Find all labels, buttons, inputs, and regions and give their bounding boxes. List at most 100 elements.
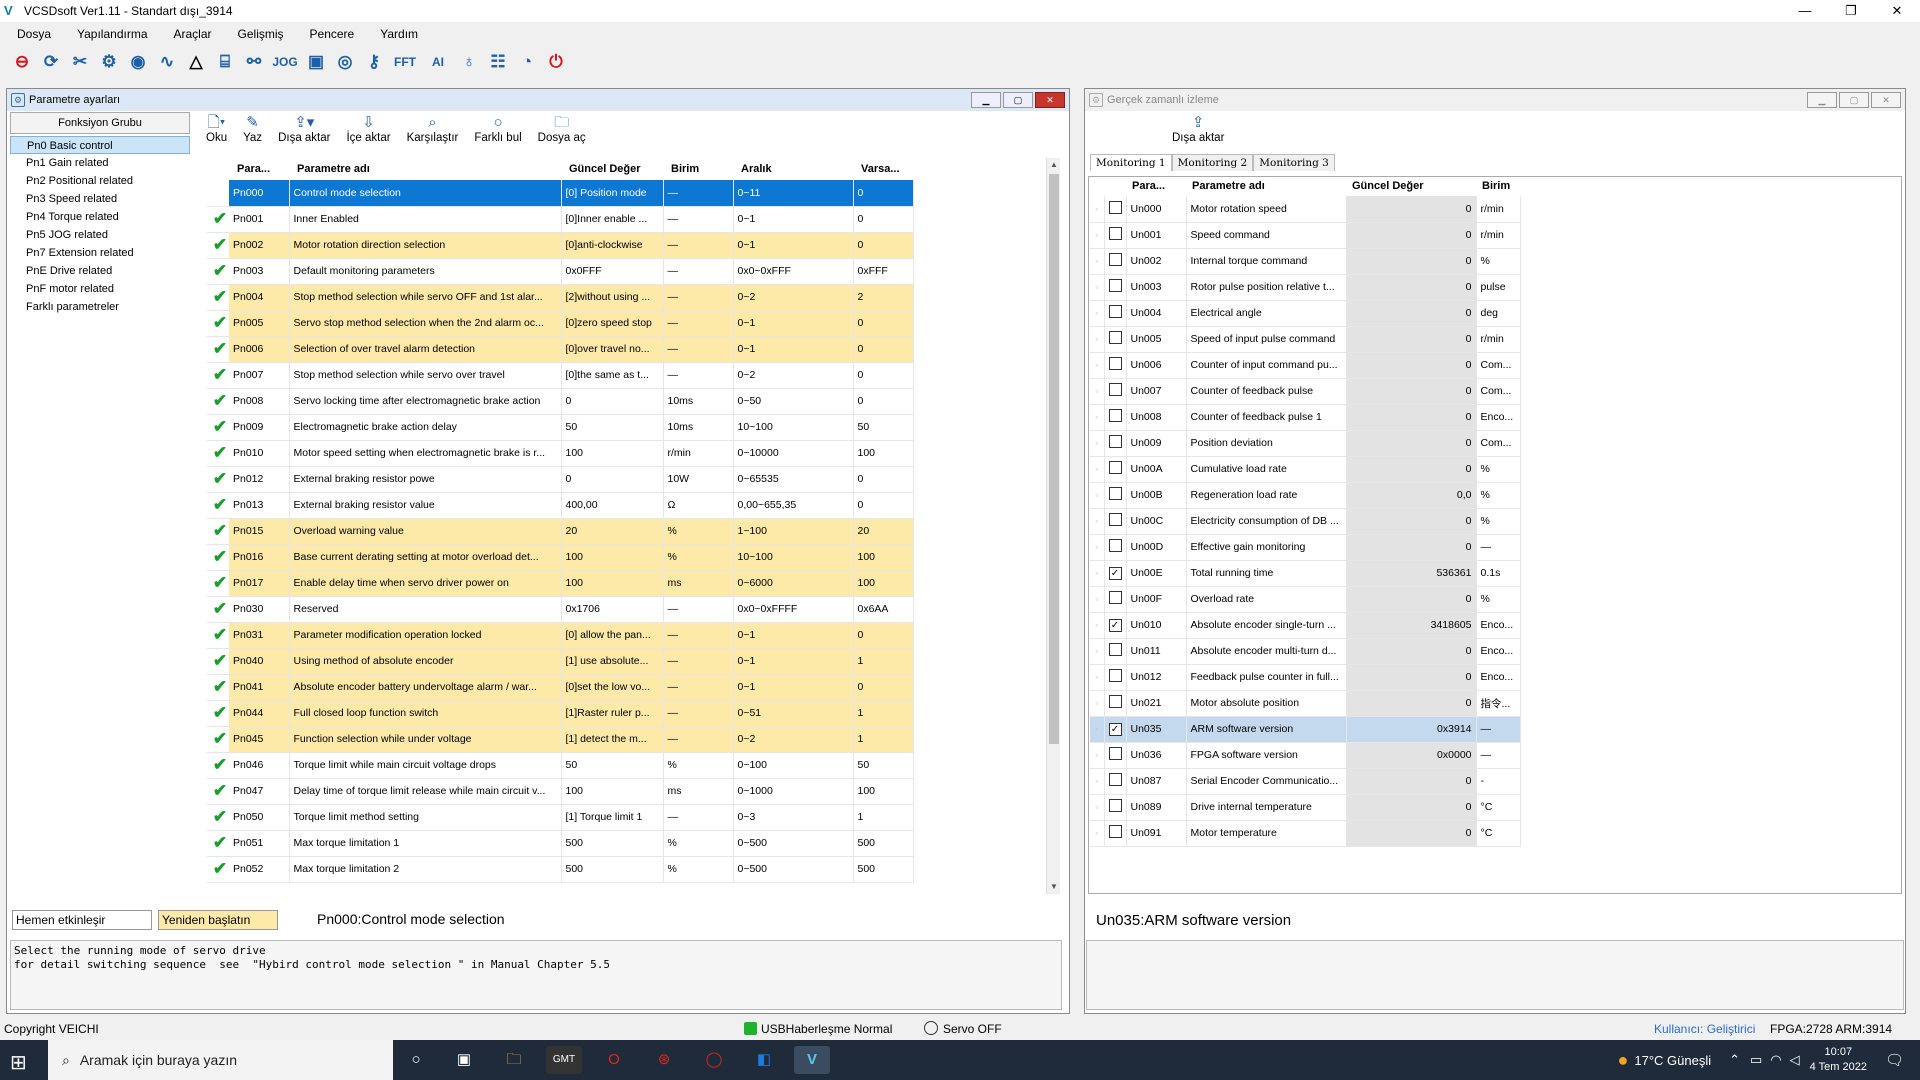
key-icon[interactable]: ⚷ xyxy=(362,50,386,74)
table-row[interactable]: ▫ Un005 Speed of input pulse command 0 r/min xyxy=(1090,326,1521,353)
table-row[interactable]: ▫ Un001 Speed command 0 r/min xyxy=(1090,222,1521,249)
monitor-column-header[interactable]: Parametre adı xyxy=(1186,176,1346,196)
monitor-checkbox[interactable] xyxy=(1104,664,1127,691)
waveform-icon[interactable]: ∿ xyxy=(155,50,179,74)
import-button[interactable]: ⇩ İçe aktar xyxy=(338,114,398,144)
io-icon[interactable]: ⌸ xyxy=(213,50,237,74)
table-row[interactable]: ✔ Pn006 Selection of over travel alarm det… xyxy=(195,336,914,363)
monitor-checkbox[interactable] xyxy=(1104,274,1127,301)
table-row[interactable]: ▫ Un004 Electrical angle 0 deg xyxy=(1090,300,1521,327)
table-row[interactable]: ✔ Pn004 Stop method selection while servo … xyxy=(195,284,914,311)
param-cell-value[interactable]: [0]set the low vo... xyxy=(561,674,664,701)
param-cell-value[interactable]: [0] Position mode xyxy=(561,180,664,207)
monitor-checkbox[interactable] xyxy=(1104,352,1127,379)
gauge-icon[interactable]: ◔ xyxy=(515,50,539,74)
param-cell-value[interactable]: 400,00 xyxy=(561,492,664,519)
minimize-icon[interactable]: — xyxy=(1782,0,1828,22)
gmt-app-icon[interactable]: GMT xyxy=(546,1046,582,1074)
close-icon[interactable]: ✕ xyxy=(1874,0,1920,22)
monitor-minimize-icon[interactable]: ▁ xyxy=(1807,92,1837,108)
function-group-item[interactable]: Pn2 Positional related xyxy=(10,172,190,190)
table-row[interactable]: ✔ Pn017 Enable delay time when servo drive… xyxy=(195,570,914,597)
monitor-checkbox[interactable] xyxy=(1104,586,1127,613)
param-cell-value[interactable]: 500 xyxy=(561,830,664,857)
monitor-checkbox[interactable] xyxy=(1104,456,1127,483)
function-group-item[interactable]: Farklı parametreler xyxy=(10,298,190,316)
table-row[interactable]: ▫ Un008 Counter of feedback pulse 1 0 Enco..… xyxy=(1090,404,1521,431)
table-row[interactable]: ✔ Pn008 Servo locking time after electroma… xyxy=(195,388,914,415)
menu-item-0[interactable]: Dosya xyxy=(0,27,60,41)
function-group-header[interactable]: Fonksiyon Grubu xyxy=(10,112,190,134)
monitor-checkbox[interactable] xyxy=(1104,482,1127,509)
monitor-export-button[interactable]: ⇪ Dışa aktar xyxy=(1164,114,1232,144)
table-row[interactable]: ▫ Un009 Position deviation 0 Com... xyxy=(1090,430,1521,457)
cortana-icon[interactable]: ○ xyxy=(398,1046,434,1074)
param-cell-value[interactable]: 50 xyxy=(561,414,664,441)
table-row[interactable]: ✔ Pn052 Max torque limitation 2 500% 0~500 50… xyxy=(195,856,914,883)
function-group-item[interactable]: Pn5 JOG related xyxy=(10,226,190,244)
param-cell-value[interactable]: 20 xyxy=(561,518,664,545)
panel-close-icon[interactable]: ✕ xyxy=(1035,92,1065,108)
function-group-item[interactable]: PnF motor related xyxy=(10,280,190,298)
table-row[interactable]: ▫ Un021 Motor absolute position 0 指令... xyxy=(1090,690,1521,717)
table-row[interactable]: ▫ Un00F Overload rate 0% xyxy=(1090,586,1521,613)
wifi-icon[interactable]: ◠ xyxy=(1770,1052,1781,1068)
panel-maximize-icon[interactable]: ▢ xyxy=(1003,92,1033,108)
param-cell-value[interactable]: 0 xyxy=(561,466,664,493)
menu-item-5[interactable]: Yardım xyxy=(363,27,427,41)
eye-icon[interactable]: ◉ xyxy=(126,50,150,74)
monitor-checkbox[interactable] xyxy=(1104,326,1127,353)
task-view-icon[interactable]: ▣ xyxy=(446,1046,482,1074)
table-row[interactable]: ✔ Pn046 Torque limit while main circuit vo… xyxy=(195,752,914,779)
table-row[interactable]: ▫ Un00B Regeneration load rate 0,0% xyxy=(1090,482,1521,509)
function-group-item[interactable]: Pn3 Speed related xyxy=(10,190,190,208)
monitor-column-header[interactable]: Güncel Değer xyxy=(1346,176,1476,196)
gear-icon[interactable]: ⚙ xyxy=(97,50,121,74)
param-cell-value[interactable]: [0]anti-clockwise xyxy=(561,232,664,259)
power-icon[interactable]: ⏻ xyxy=(544,50,568,74)
function-group-item[interactable]: Pn7 Extension related xyxy=(10,244,190,262)
scroll-thumb[interactable] xyxy=(1049,174,1059,744)
taskbar-search[interactable]: ⌕ Aramak için buraya yazın xyxy=(48,1040,393,1080)
table-row[interactable]: ✔ Pn050 Torque limit method setting [1] Tor… xyxy=(195,804,914,831)
table-row[interactable]: ▫ Un002 Internal torque command 0% xyxy=(1090,248,1521,275)
monitor-checkbox[interactable] xyxy=(1104,534,1127,561)
refresh-icon[interactable]: ⟳ xyxy=(39,50,63,74)
param-cell-value[interactable]: 0x0FFF xyxy=(561,258,664,285)
monitor-close-icon[interactable]: ✕ xyxy=(1871,92,1901,108)
table-row[interactable]: ▫ Un00D Effective gain monitoring 0— xyxy=(1090,534,1521,561)
param-cell-value[interactable]: [0]Inner enable ... xyxy=(561,206,664,233)
opera-gx-icon[interactable]: ◯ xyxy=(696,1046,732,1074)
monitor-checkbox[interactable] xyxy=(1104,222,1127,249)
clock[interactable]: 10:07 4 Tem 2022 xyxy=(1810,1045,1867,1075)
param-cell-value[interactable]: 100 xyxy=(561,570,664,597)
tab-monitoring-2[interactable]: Monitoring 2 xyxy=(1171,154,1254,171)
table-row[interactable]: ▫ Un011 Absolute encoder multi-turn d... 0 E… xyxy=(1090,638,1521,665)
ai-icon[interactable]: AI xyxy=(424,50,452,74)
monitor-checkbox[interactable] xyxy=(1104,248,1127,275)
table-row[interactable]: ▫ Un012 Feedback pulse counter in full... 0… xyxy=(1090,664,1521,691)
file-explorer-icon[interactable]: 🗀 xyxy=(496,1046,532,1074)
param-cell-value[interactable]: 50 xyxy=(561,752,664,779)
export-button[interactable]: ⇪▾ Dışa aktar xyxy=(270,114,338,144)
table-row[interactable]: ▫ ✓ Un010 Absolute encoder single-turn ... 3… xyxy=(1090,612,1521,639)
param-cell-value[interactable]: [0]the same as t... xyxy=(561,362,664,389)
table-row[interactable]: ▫ Un00C Electricity consumption of DB ... 0… xyxy=(1090,508,1521,535)
param-cell-value[interactable]: 500 xyxy=(561,856,664,883)
target-icon[interactable]: ◎ xyxy=(333,50,357,74)
tab-monitoring-3[interactable]: Monitoring 3 xyxy=(1253,154,1335,171)
vcsdsoft-taskbar-icon[interactable]: V xyxy=(794,1046,830,1074)
restore-icon[interactable]: ❐ xyxy=(1828,0,1874,22)
fft-icon[interactable]: FFT xyxy=(391,50,419,74)
table-row[interactable]: ▫ Un091 Motor temperature 0 °C xyxy=(1090,820,1521,847)
monitor-checkbox[interactable]: ✓ xyxy=(1104,716,1127,743)
table-row[interactable]: ✔ Pn015 Overload warning value 20% 1~100 20 xyxy=(195,518,914,545)
table-row[interactable]: ▫ Un003 Rotor pulse position relative t...… xyxy=(1090,274,1521,301)
param-cell-value[interactable]: [2]without using ... xyxy=(561,284,664,311)
read-button[interactable]: 🗋▾ Oku xyxy=(198,114,235,144)
param-cell-value[interactable]: [1]Raster ruler p... xyxy=(561,700,664,727)
param-cell-value[interactable]: 100 xyxy=(561,778,664,805)
write-button[interactable]: ✎ Yaz xyxy=(235,114,270,144)
windows-start-icon[interactable]: ⊞ xyxy=(10,1050,36,1074)
monitor-column-header[interactable]: Birim xyxy=(1476,176,1520,196)
